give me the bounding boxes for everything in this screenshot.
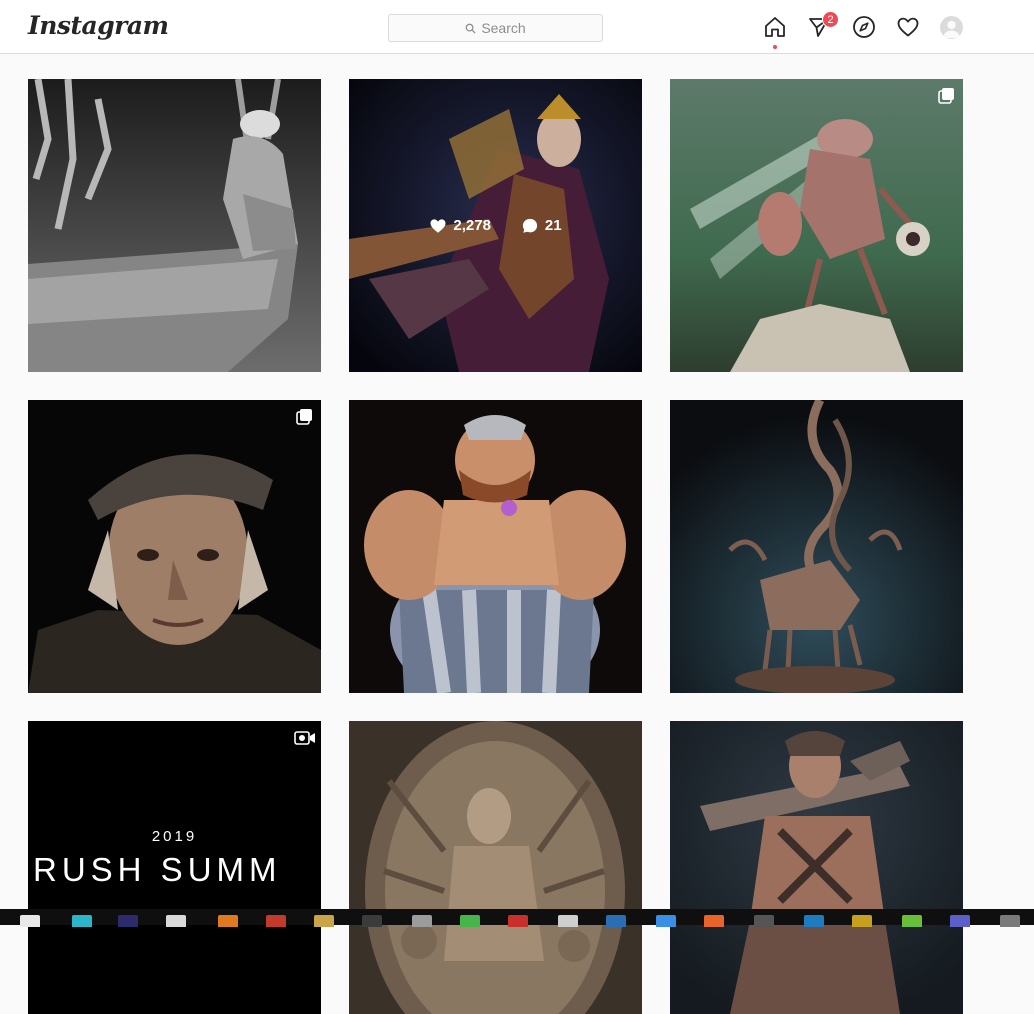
post-image [670, 79, 963, 372]
start-icon[interactable] [20, 915, 40, 927]
app-icon[interactable] [118, 915, 138, 927]
post-image [670, 400, 963, 693]
app-icon[interactable] [266, 915, 286, 927]
app-icon[interactable] [704, 915, 724, 927]
post-tile-fisherman[interactable] [28, 79, 321, 372]
home-icon[interactable] [763, 15, 787, 39]
app-icon[interactable] [606, 915, 626, 927]
post-tile-old-man-portrait[interactable] [28, 400, 321, 693]
likes-stat: 2,278 [429, 217, 491, 235]
app-icon[interactable] [508, 915, 528, 927]
post-tile-warrior-queen[interactable]: 2,278 21 [349, 79, 642, 372]
comments-stat: 21 [521, 217, 562, 235]
app-icon[interactable] [460, 915, 480, 927]
post-tile-gunner-woman[interactable] [670, 721, 963, 1014]
activity-heart-icon[interactable] [896, 15, 920, 39]
carousel-icon [938, 88, 954, 104]
app-icon[interactable] [412, 915, 432, 927]
search-input[interactable]: Search [388, 14, 603, 42]
explore-icon[interactable] [852, 15, 876, 39]
search-placeholder: Search [481, 20, 526, 36]
app-icon[interactable] [314, 915, 334, 927]
os-taskbar [0, 909, 1034, 927]
home-active-indicator [773, 45, 777, 49]
carousel-icon [296, 409, 312, 425]
profile-avatar[interactable] [940, 16, 963, 39]
post-image [349, 721, 642, 1014]
app-icon[interactable] [754, 915, 774, 927]
search-icon [465, 23, 476, 34]
post-image [28, 79, 321, 372]
likes-count: 2,278 [453, 217, 491, 234]
messages-count-badge: 2 [822, 11, 839, 28]
post-hover-overlay: 2,278 21 [349, 79, 642, 372]
app-icon[interactable] [72, 915, 92, 927]
app-icon[interactable] [950, 915, 970, 927]
post-tile-obelix-character[interactable] [349, 400, 642, 693]
app-icon[interactable] [852, 915, 872, 927]
app-icon[interactable] [362, 915, 382, 927]
video-text-title: BRUSH SUMM [28, 851, 282, 888]
camera-icon[interactable] [166, 915, 186, 927]
video-text-year: 2019 [151, 828, 198, 845]
post-image [349, 400, 642, 693]
comment-filled-icon [522, 218, 538, 233]
app-icon[interactable] [218, 915, 238, 927]
post-image [670, 721, 963, 1014]
instagram-logo[interactable]: Instagram [28, 11, 169, 40]
heart-filled-icon [430, 218, 446, 233]
app-icon[interactable] [804, 915, 824, 927]
top-navigation-bar: Instagram Search 2 [0, 0, 1034, 54]
app-icon[interactable] [902, 915, 922, 927]
app-icon[interactable] [1000, 915, 1020, 927]
app-icon[interactable] [656, 915, 676, 927]
post-tile-goddess-relief[interactable] [349, 721, 642, 1014]
app-icon[interactable] [558, 915, 578, 927]
post-tile-zbrush-summit[interactable]: 2019 BRUSH SUMM [28, 721, 321, 1014]
video-icon [294, 731, 315, 745]
post-image [28, 400, 321, 693]
post-tile-deer-sculpture[interactable] [670, 400, 963, 693]
comments-count: 21 [544, 217, 562, 234]
post-tile-insect-creature[interactable] [670, 79, 963, 372]
